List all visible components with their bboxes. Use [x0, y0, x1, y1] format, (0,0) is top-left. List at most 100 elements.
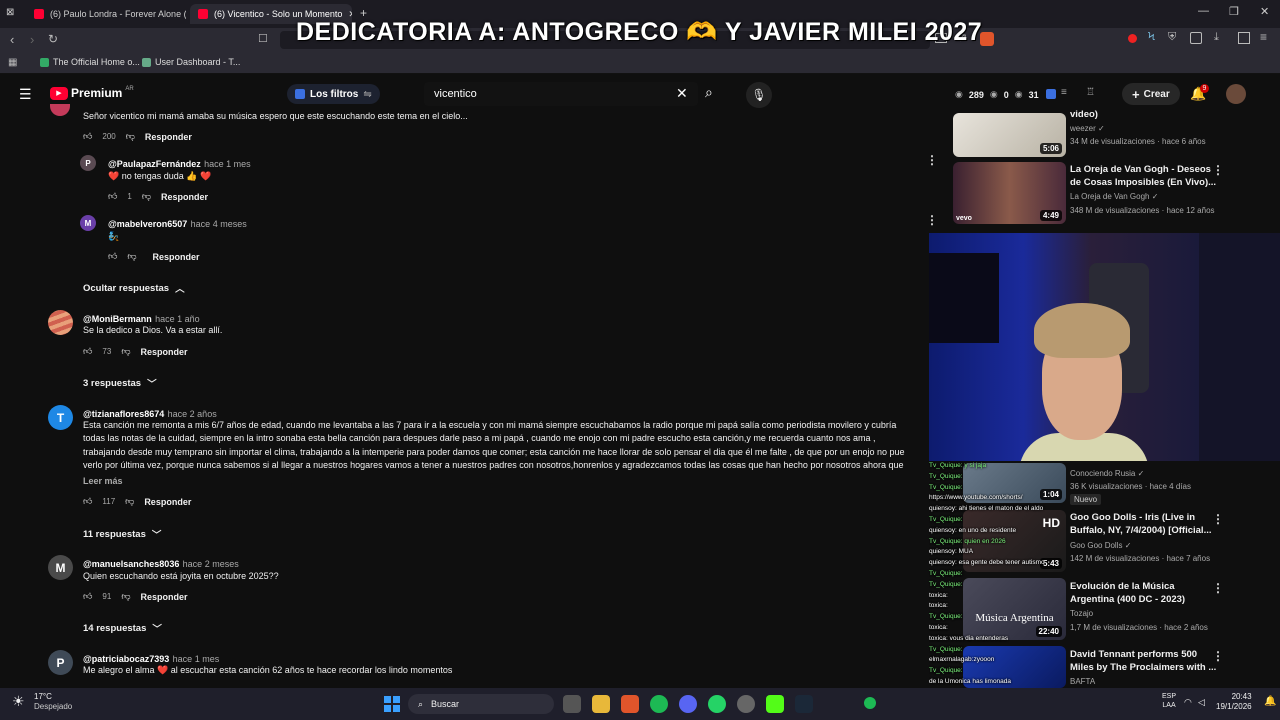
dislike-icon[interactable]: 👎︎: [125, 496, 134, 507]
account-avatar[interactable]: [1226, 84, 1246, 104]
forward-icon[interactable]: ›: [30, 32, 34, 47]
avatar[interactable]: T: [48, 405, 73, 430]
obs-icon[interactable]: [737, 695, 755, 713]
reply-time[interactable]: hace 1 mes: [204, 159, 251, 169]
apps-grid-icon[interactable]: ▦: [8, 57, 17, 68]
more-actions-icon[interactable]: ⋮: [1212, 512, 1224, 526]
reply-button[interactable]: Responder: [145, 132, 192, 142]
reply-button[interactable]: Responder: [140, 592, 187, 602]
dislike-icon[interactable]: 👎︎: [121, 591, 130, 602]
reply-button[interactable]: Responder: [140, 347, 187, 357]
more-actions-icon[interactable]: ⋮: [926, 213, 938, 227]
comment-author[interactable]: @patriciabocaz7393: [83, 654, 169, 664]
windows-start-icon[interactable]: [384, 696, 400, 712]
browser-tab-1[interactable]: (6) Paulo Londra - Forever Alone (Of...: [26, 4, 186, 24]
video-title[interactable]: Evolución de la Música Argentina (400 DC…: [1070, 580, 1185, 606]
comment-author[interactable]: @MoniBermann: [83, 314, 152, 324]
kick-icon[interactable]: [766, 695, 784, 713]
weather-icon[interactable]: ☀: [12, 693, 25, 710]
steam-icon[interactable]: [795, 695, 813, 713]
dislike-icon[interactable]: 👎︎: [126, 131, 135, 142]
comment-author[interactable]: @manuelsanches8036: [83, 559, 179, 569]
brave-browser-icon[interactable]: [621, 695, 639, 713]
comment-time[interactable]: hace 2 meses: [183, 559, 239, 569]
voice-search-icon[interactable]: 🎙: [746, 82, 772, 108]
spotify-icon[interactable]: [650, 695, 668, 713]
reload-icon[interactable]: ↻: [48, 32, 58, 46]
more-actions-icon[interactable]: ⋮: [1212, 581, 1224, 595]
reply-button[interactable]: Responder: [153, 252, 200, 262]
like-icon[interactable]: 👍︎: [83, 131, 92, 142]
video-title[interactable]: David Tennant performs 500 Miles by The …: [1070, 648, 1216, 674]
show-replies-button[interactable]: 11 respuestas ﹀: [83, 527, 161, 542]
like-icon[interactable]: 👍︎: [83, 346, 92, 357]
like-icon[interactable]: 👍︎: [83, 496, 92, 507]
wifi-icon[interactable]: ◠: [1184, 697, 1192, 708]
youtube-logo[interactable]: ▶ Premium AR: [50, 86, 134, 100]
maximize-icon[interactable]: ❐: [1229, 5, 1239, 18]
extension-record-icon[interactable]: [1128, 34, 1137, 43]
comment-author[interactable]: @tizianaflores8674: [83, 409, 164, 419]
avatar[interactable]: [48, 310, 73, 335]
avatar[interactable]: P: [80, 155, 96, 171]
video-thumbnail[interactable]: 5:06: [953, 113, 1066, 157]
file-explorer-icon[interactable]: [592, 695, 610, 713]
download-icon[interactable]: ⤓: [1214, 31, 1219, 44]
taskbar-search[interactable]: ⌕ Buscar: [408, 694, 554, 714]
like-icon[interactable]: 👍︎: [108, 191, 117, 202]
search-input[interactable]: vicentico: [424, 82, 698, 106]
video-title[interactable]: Goo Goo Dolls - Iris (Live in Buffalo, N…: [1070, 511, 1211, 537]
sidebar-toggle-icon[interactable]: [1238, 32, 1250, 44]
reply-time[interactable]: hace 4 meses: [191, 219, 247, 229]
show-replies-button[interactable]: 14 respuestas ﹀: [83, 621, 162, 636]
discord-icon[interactable]: [679, 695, 697, 713]
comment-time[interactable]: hace 2 años: [168, 409, 217, 419]
clock[interactable]: 20:43 19/1/2026: [1216, 692, 1252, 712]
whatsapp-icon[interactable]: [708, 695, 726, 713]
video-channel[interactable]: weezer: [1070, 124, 1096, 133]
video-title[interactable]: La Oreja de Van Gogh - Deseos de Cosas I…: [1070, 163, 1216, 189]
volume-icon[interactable]: ◁: [1198, 697, 1205, 708]
extensions-icon[interactable]: [1190, 32, 1202, 44]
trophy-icon[interactable]: ♖: [1086, 87, 1095, 98]
bookmark-item[interactable]: The Official Home o...: [40, 57, 140, 67]
video-channel[interactable]: Conociendo Rusia: [1070, 469, 1135, 478]
video-thumbnail[interactable]: vevo 4:49: [953, 162, 1066, 224]
tray-spotify-icon[interactable]: [864, 697, 876, 709]
show-replies-button[interactable]: 3 respuestas ﹀: [83, 376, 157, 391]
bookmark-item[interactable]: User Dashboard - T...: [142, 57, 240, 67]
language-indicator[interactable]: ESP LAA: [1162, 692, 1176, 710]
more-actions-icon[interactable]: ⋮: [1212, 163, 1224, 177]
create-button[interactable]: + Crear: [1122, 83, 1180, 105]
hamburger-menu-icon[interactable]: ☰: [19, 86, 32, 103]
reply-button[interactable]: Responder: [161, 192, 208, 202]
like-icon[interactable]: 👍︎: [83, 591, 92, 602]
comment-time[interactable]: hace 1 mes: [173, 654, 220, 664]
more-actions-icon[interactable]: ⋮: [1212, 649, 1224, 663]
avatar[interactable]: M: [80, 215, 96, 231]
read-more-link[interactable]: Leer más: [83, 475, 123, 488]
video-title[interactable]: video): [1070, 108, 1098, 121]
reply-author[interactable]: @PaulapazFernández: [108, 159, 201, 169]
weather-widget[interactable]: 17°C Despejado: [34, 692, 72, 712]
comment-time[interactable]: hace 1 año: [155, 314, 200, 324]
extension-icon[interactable]: [1046, 89, 1056, 99]
reply-author[interactable]: @mabelveron6507: [108, 219, 187, 229]
bookmark-icon[interactable]: ☐: [258, 32, 268, 45]
hide-replies-button[interactable]: Ocultar respuestas ︿: [83, 281, 185, 296]
video-channel[interactable]: BAFTA: [1070, 675, 1095, 688]
browser-menu-icon[interactable]: ⊠: [6, 7, 20, 21]
more-actions-icon[interactable]: ⋮: [926, 153, 938, 167]
extension-shield-icon[interactable]: ⛨: [1168, 31, 1176, 44]
video-channel[interactable]: Goo Goo Dolls: [1070, 541, 1122, 550]
reply-button[interactable]: Responder: [144, 497, 191, 507]
avatar[interactable]: M: [48, 555, 73, 580]
close-window-icon[interactable]: ✕: [1260, 5, 1269, 18]
back-icon[interactable]: ‹: [10, 32, 14, 47]
like-icon[interactable]: 👍︎: [108, 251, 117, 262]
filters-chip[interactable]: Los filtros ⇋: [287, 84, 380, 104]
task-view-icon[interactable]: [563, 695, 581, 713]
stats-extension[interactable]: ◉ 289 ◉ 0 ◉ 31: [955, 89, 1039, 100]
browser-menu-icon[interactable]: ≡: [1260, 30, 1267, 44]
video-channel[interactable]: La Oreja de Van Gogh: [1070, 192, 1149, 201]
